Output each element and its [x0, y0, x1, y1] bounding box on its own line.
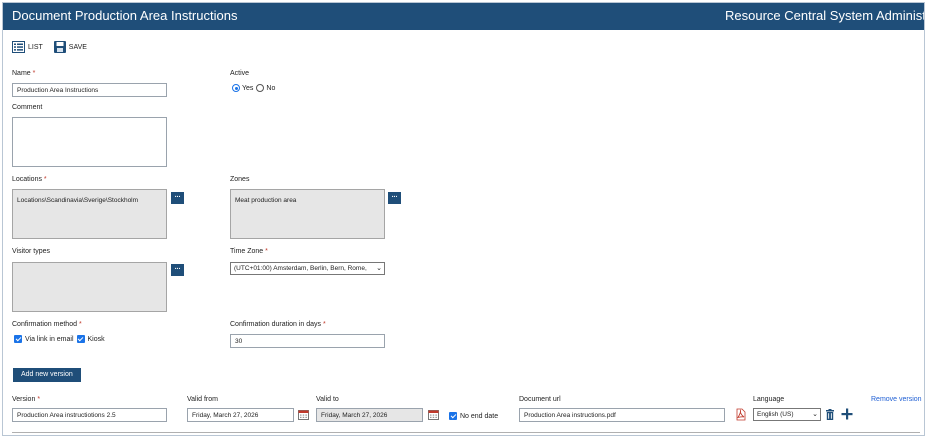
valid-to-field[interactable]: Friday, March 27, 2026: [316, 408, 423, 422]
locations-box: Locations\Scandinavia\Sverige\Stockholm: [12, 189, 167, 239]
comment-label: Comment: [12, 104, 43, 111]
language-value: English (US): [757, 411, 794, 418]
via-link-label: Via link in email: [25, 335, 74, 343]
required-mark: *: [43, 176, 47, 183]
pdf-icon[interactable]: [735, 408, 746, 421]
page-title: Document Production Area Instructions: [12, 8, 238, 23]
title-bar: Document Production Area Instructions Re…: [3, 3, 924, 30]
list-icon: [12, 41, 25, 53]
required-mark: *: [265, 248, 268, 255]
required-mark: *: [78, 321, 82, 328]
visitor-types-picker-button[interactable]: ...: [171, 264, 184, 276]
trash-icon[interactable]: [825, 409, 835, 420]
time-zone-select[interactable]: (UTC+01:00) Amsterdam, Berlin, Bern, Rom…: [230, 262, 385, 275]
active-radio-group: Yes No: [232, 84, 275, 92]
floppy-disk-icon: [53, 41, 66, 53]
save-button[interactable]: SAVE: [53, 41, 87, 53]
zones-picker-button[interactable]: ...: [388, 192, 401, 204]
confirmation-duration-label: Confirmation duration in days *: [230, 321, 326, 328]
plus-icon[interactable]: [841, 408, 853, 420]
valid-to-header: Valid to: [316, 396, 339, 403]
name-field[interactable]: Production Area Instructions: [12, 83, 167, 97]
kiosk-label: Kiosk: [87, 335, 105, 343]
locations-picker-button[interactable]: ...: [171, 192, 184, 204]
time-zone-value: (UTC+01:00) Amsterdam, Berlin, Bern, Rom…: [234, 265, 367, 272]
active-label: Active: [230, 70, 250, 77]
comment-textarea[interactable]: [12, 117, 167, 167]
confirmation-method-options: Via link in email Kiosk: [14, 335, 105, 343]
no-end-date-option: No end date: [449, 412, 498, 420]
name-label-text: Name: [12, 70, 31, 77]
via-link-checkbox[interactable]: [14, 335, 22, 343]
active-yes-radio[interactable]: [232, 84, 240, 92]
valid-from-header: Valid from: [187, 396, 218, 403]
confirmation-method-label: Confirmation method *: [12, 321, 82, 328]
version-header: Version *: [12, 396, 40, 403]
list-button[interactable]: LIST: [12, 41, 43, 53]
kiosk-checkbox[interactable]: [76, 335, 85, 343]
document-url-header: Document url: [519, 396, 561, 403]
name-label: Name *: [12, 70, 35, 77]
time-zone-label-text: Time Zone: [230, 248, 264, 255]
required-mark: *: [37, 396, 41, 403]
divider: [12, 432, 920, 433]
zones-box: Meat production area: [230, 189, 385, 239]
document-url-field[interactable]: Production Area instructions.pdf: [519, 408, 725, 422]
locations-label: Locations *: [12, 176, 47, 183]
active-yes-label: Yes: [242, 84, 254, 92]
version-header-text: Version: [12, 396, 36, 403]
no-end-date-label: No end date: [460, 412, 499, 420]
confirmation-duration-label-text: Confirmation duration in days: [230, 321, 322, 328]
save-label: SAVE: [68, 43, 87, 51]
visitor-types-label: Visitor types: [12, 248, 50, 255]
confirmation-duration-field[interactable]: 30: [230, 334, 385, 348]
calendar-icon[interactable]: [428, 409, 439, 420]
time-zone-label: Time Zone *: [230, 248, 268, 255]
chevron-down-icon: ⌄: [812, 411, 818, 418]
version-field[interactable]: Production Area instructiotions 2.5: [12, 408, 167, 422]
locations-label-text: Locations: [12, 176, 42, 183]
chevron-down-icon: ⌄: [376, 265, 382, 272]
add-new-version-button[interactable]: Add new version: [13, 368, 81, 382]
no-end-date-checkbox[interactable]: [449, 412, 457, 420]
list-label: LIST: [28, 43, 43, 51]
language-select[interactable]: English (US) ⌄: [753, 408, 821, 421]
system-name: Resource Central System Administra: [725, 8, 925, 23]
zones-label: Zones: [230, 176, 250, 183]
required-mark: *: [32, 70, 36, 77]
calendar-icon[interactable]: [298, 409, 309, 420]
language-header: Language: [753, 396, 785, 403]
remove-version-link[interactable]: Remove version: [871, 396, 922, 403]
app-window: Document Production Area Instructions Re…: [2, 2, 925, 436]
confirmation-method-label-text: Confirmation method: [12, 321, 77, 328]
active-no-label: No: [266, 84, 276, 92]
toolbar: LIST SAVE: [12, 39, 98, 55]
valid-from-field[interactable]: Friday, March 27, 2026: [187, 408, 294, 422]
active-no-radio[interactable]: [256, 84, 265, 92]
visitor-types-box: [12, 262, 167, 312]
required-mark: *: [323, 321, 326, 328]
